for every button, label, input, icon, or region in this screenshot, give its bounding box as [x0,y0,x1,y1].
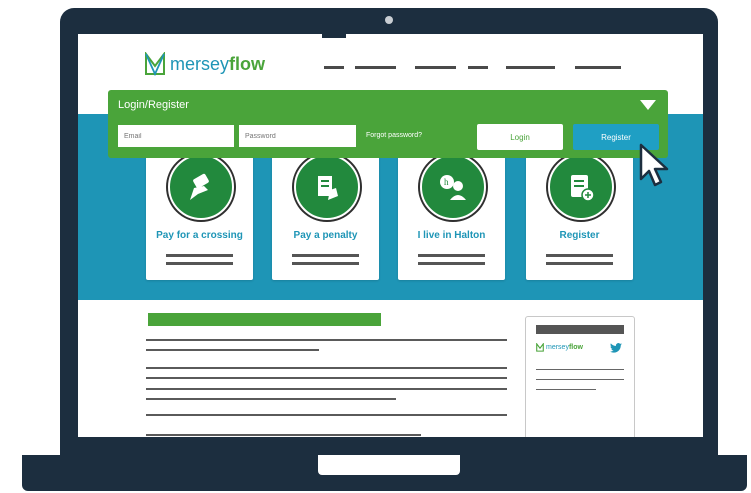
email-field[interactable] [118,125,234,147]
logo[interactable]: mersey flow [144,51,265,77]
widget-line [536,389,596,390]
nav-item-2[interactable] [355,66,396,69]
hand-card-icon [168,154,234,220]
widget-line [536,369,624,370]
laptop-notch [318,455,460,475]
nav-item-4[interactable] [468,66,488,69]
login-button[interactable]: Login [477,124,563,150]
card-pay-for-crossing[interactable]: Pay for a crossing [146,150,253,280]
widget-brand-prefix: mersey [546,344,569,351]
nav-item-3[interactable] [415,66,456,69]
content-line [146,339,507,341]
halton-person-icon: h [420,154,486,220]
merseyflow-small-logo-icon [536,343,544,352]
card-text-line [546,262,613,265]
password-field[interactable] [239,125,356,147]
brand-name-prefix: mersey [170,53,230,74]
svg-text:h: h [444,177,449,187]
content-line [146,377,507,379]
register-button-label: Register [601,132,631,142]
twitter-widget[interactable]: mersey flow [525,316,635,437]
mouse-pointer-icon [639,143,669,187]
widget-header-bar [536,325,624,334]
collapse-triangle-icon[interactable] [640,100,656,110]
card-label: Register [559,230,600,241]
content-line [146,414,507,416]
brand-name-suffix: flow [229,53,266,74]
content-line [146,349,319,351]
twitter-bird-icon[interactable] [610,343,622,353]
card-text-line [292,254,359,257]
login-button-label: Login [510,132,530,142]
content-line [146,398,396,400]
content-line [146,367,507,369]
clipboard-hand-icon [294,154,360,220]
nav-item-6[interactable] [575,66,621,69]
card-label: Pay a penalty [293,230,358,241]
content-line [146,388,507,390]
widget-line [536,379,624,380]
login-panel-title: Login/Register [118,99,189,111]
card-text-line [418,262,485,265]
widget-brand-suffix: flow [568,344,583,351]
form-add-icon [548,154,614,220]
card-text-line [292,262,359,265]
nav-item-1[interactable] [324,66,344,69]
content-heading-bar [148,313,381,326]
card-register[interactable]: Register [526,150,633,280]
card-text-line [546,254,613,257]
card-text-line [166,254,233,257]
card-live-in-halton[interactable]: h I live in Halton [398,150,505,280]
nav-item-5[interactable] [506,66,555,69]
webcam-dot [385,16,393,24]
card-label: I live in Halton [417,230,486,241]
card-label: Pay for a crossing [156,230,243,241]
merseyflow-logo-icon [145,52,165,76]
content-line [146,434,421,436]
widget-logo: mersey flow [536,343,583,352]
card-text-line [166,262,233,265]
card-pay-penalty[interactable]: Pay a penalty [272,150,379,280]
card-text-line [418,254,485,257]
forgot-password-link[interactable]: Forgot password? [366,132,422,139]
nav-active-indicator [322,34,346,38]
